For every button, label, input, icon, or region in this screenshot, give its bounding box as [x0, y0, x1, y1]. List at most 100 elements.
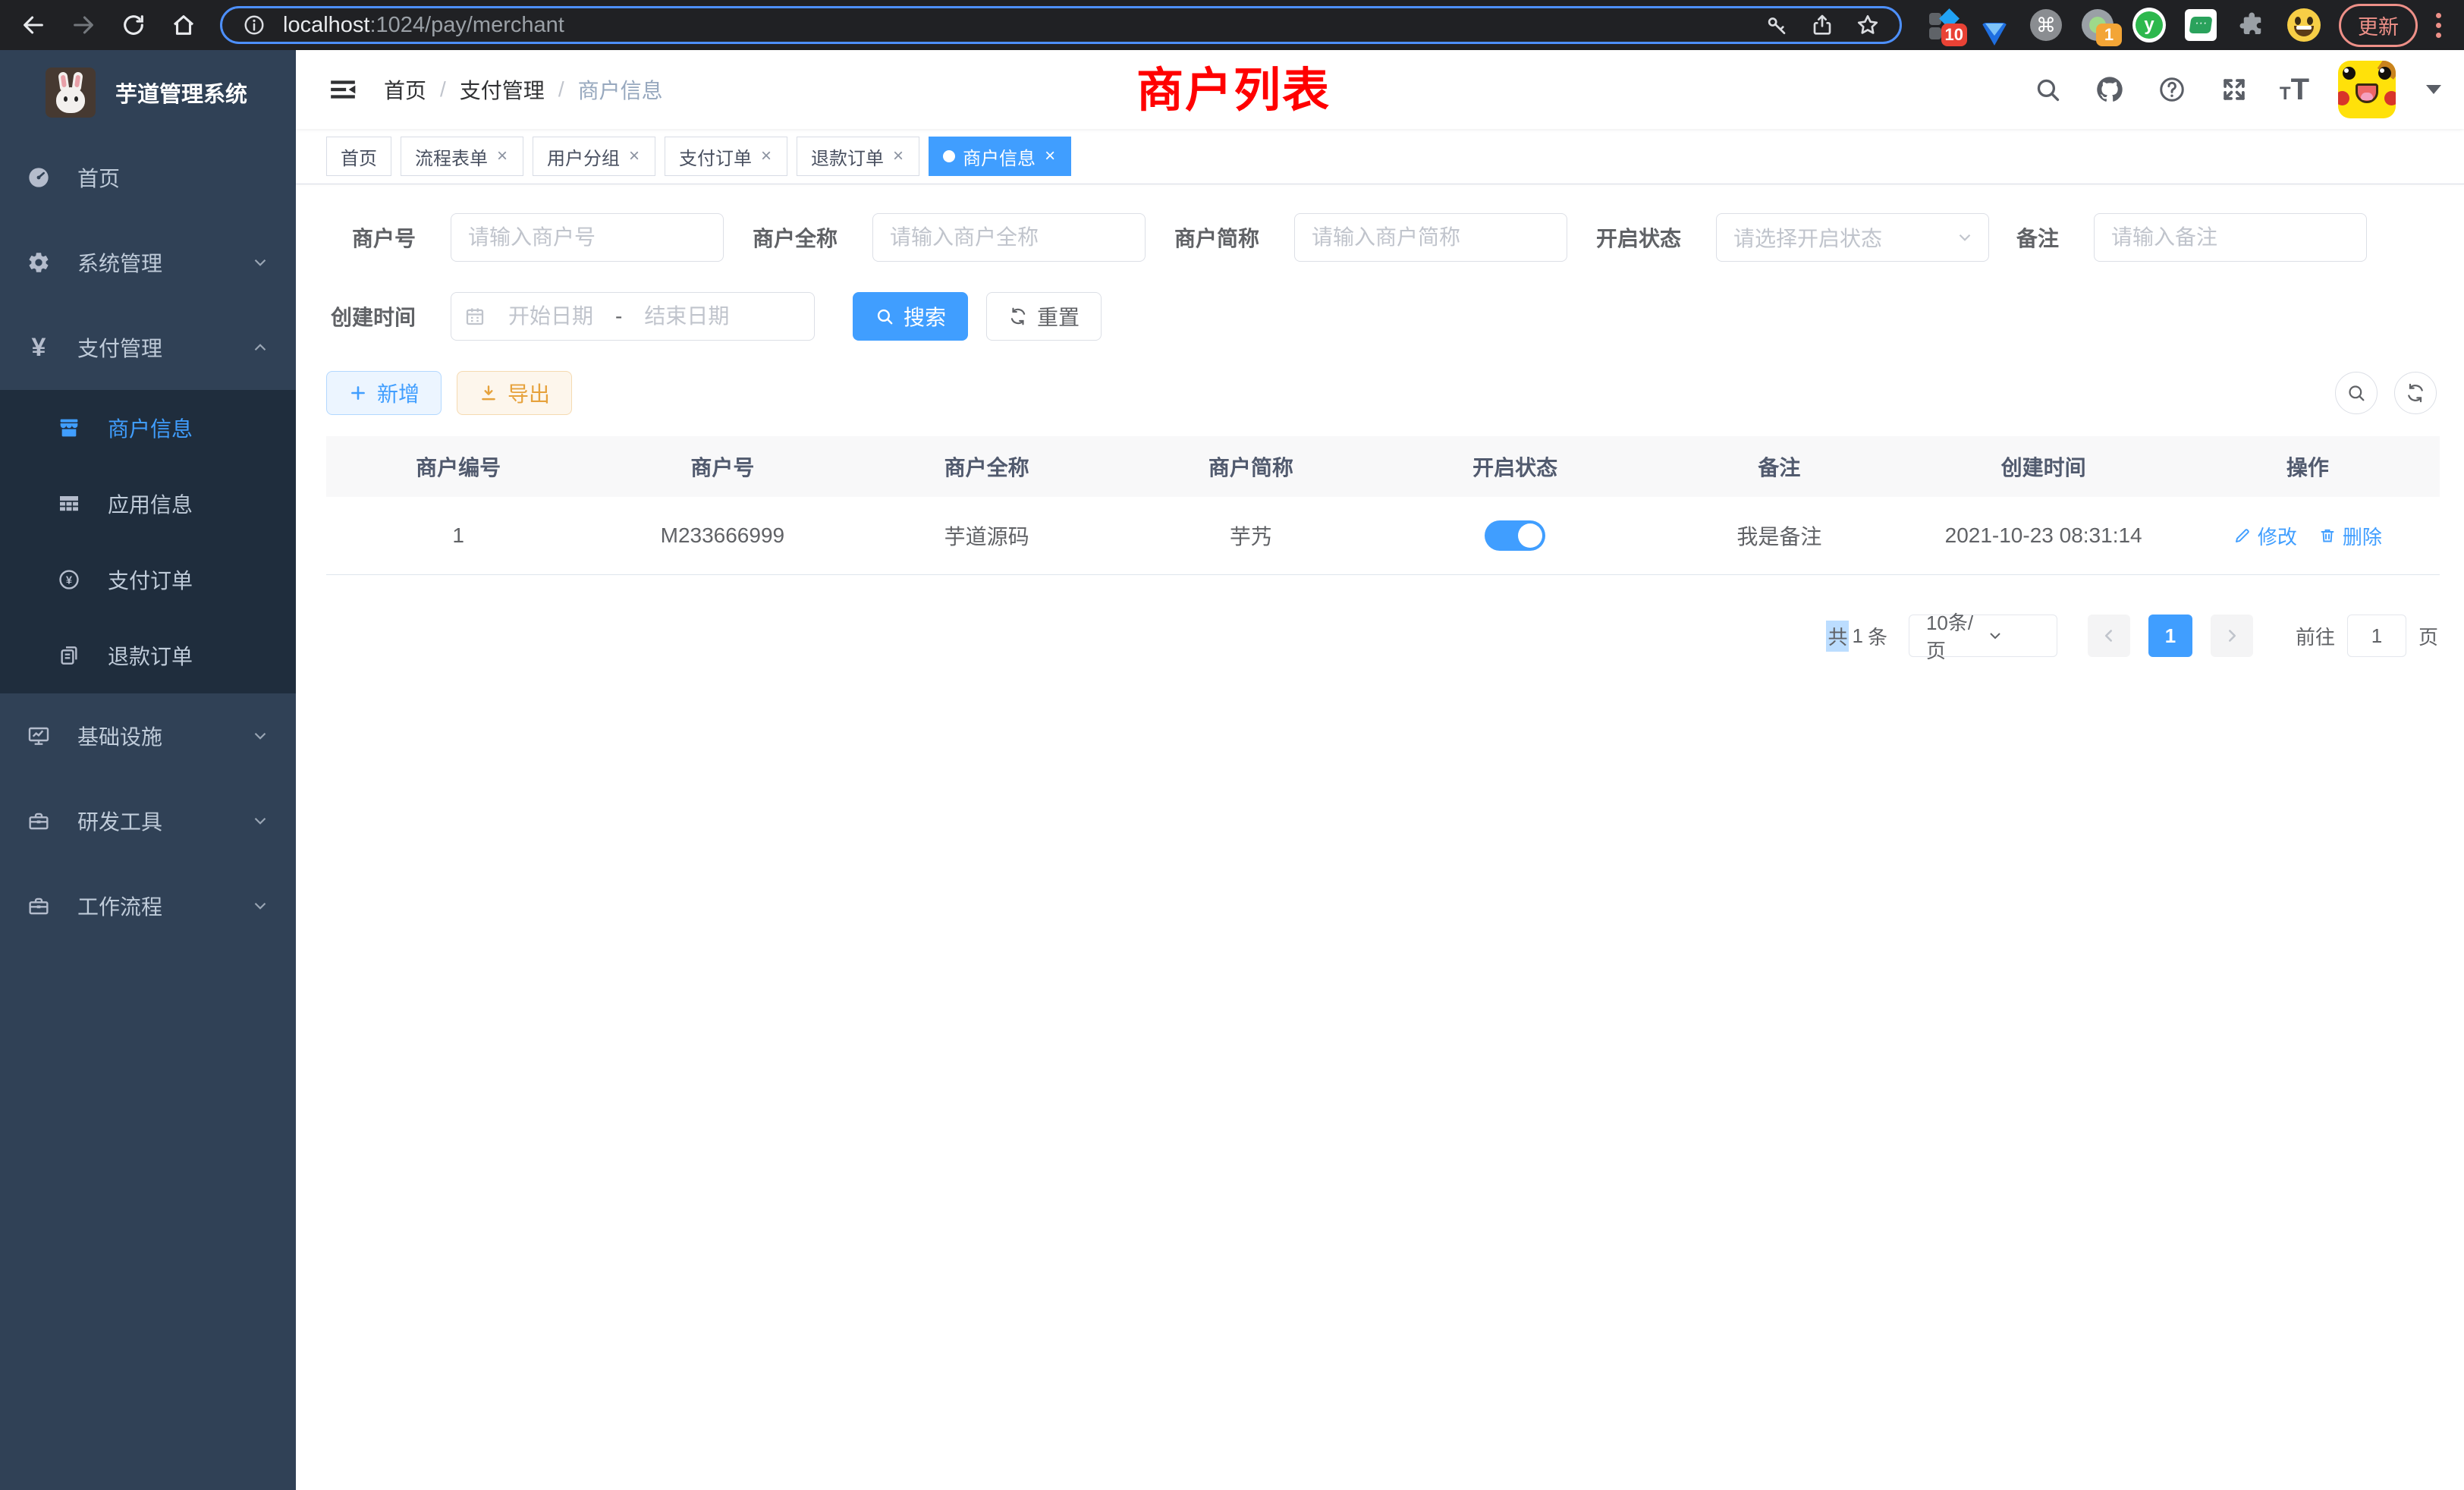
extension-badge: 10: [1941, 24, 1967, 46]
page-size-select[interactable]: 10条/页: [1909, 615, 2057, 657]
tab-process-form[interactable]: 流程表单 ×: [401, 137, 523, 176]
status-toggle[interactable]: [1485, 520, 1545, 551]
tab-user-group[interactable]: 用户分组×: [533, 137, 655, 176]
goto-label: 前往: [2296, 622, 2335, 650]
add-button[interactable]: 新增: [326, 371, 442, 415]
url-text: localhost:1024/pay/merchant: [283, 13, 564, 38]
extensions-puzzle-icon[interactable]: [2236, 8, 2269, 42]
toolbox-icon: [26, 808, 52, 834]
extension-yudao-icon[interactable]: y: [2132, 8, 2166, 42]
sidebar-item-system[interactable]: 系统管理: [0, 220, 296, 305]
chevron-down-icon: [250, 811, 270, 831]
end-date-input[interactable]: [630, 303, 743, 329]
site-info-icon[interactable]: [237, 8, 271, 42]
sidebar-item-home[interactable]: 首页: [0, 135, 296, 220]
delete-link[interactable]: 删除: [2318, 522, 2382, 550]
breadcrumb-home[interactable]: 首页: [384, 74, 426, 105]
yen-circle-icon: ¥: [56, 567, 82, 593]
browser-menu-icon[interactable]: [2427, 13, 2450, 38]
avatar-caret-icon[interactable]: [2426, 85, 2441, 94]
filter-remark: 备注: [2013, 213, 2367, 262]
yen-icon: ¥: [26, 335, 52, 360]
browser-update-button[interactable]: 更新: [2339, 4, 2418, 47]
sidebar-item-workflow[interactable]: 工作流程: [0, 863, 296, 948]
search-button-label: 搜索: [904, 301, 946, 332]
close-icon[interactable]: ×: [495, 146, 509, 167]
fullscreen-icon[interactable]: [2217, 73, 2251, 106]
address-bar[interactable]: localhost:1024/pay/merchant: [220, 6, 1902, 44]
export-button[interactable]: 导出: [457, 371, 572, 415]
edit-link[interactable]: 修改: [2233, 522, 2297, 550]
extension-badge: 1: [2096, 24, 2122, 46]
tab-refund-order[interactable]: 退款订单×: [797, 137, 919, 176]
refresh-table-button[interactable]: [2394, 372, 2437, 414]
remark-input[interactable]: [2094, 213, 2367, 262]
extension-chat-icon[interactable]: [2184, 8, 2217, 42]
trash-icon: [2318, 527, 2337, 545]
bookmark-star-icon[interactable]: [1851, 8, 1884, 42]
tab-label: 首页: [341, 143, 377, 170]
sidebar-item-label: 应用信息: [108, 489, 193, 519]
column-header: 商户简称: [1119, 451, 1383, 482]
forward-icon[interactable]: [64, 5, 103, 45]
status-select[interactable]: 请选择开启状态: [1716, 213, 1989, 262]
tab-label: 流程表单: [415, 143, 488, 170]
next-page-button[interactable]: [2211, 615, 2253, 657]
sidebar-item-label: 研发工具: [77, 806, 162, 836]
short-name-input[interactable]: [1294, 213, 1567, 262]
github-icon[interactable]: [2093, 73, 2126, 106]
merchant-no-input[interactable]: [451, 213, 724, 262]
font-size-icon[interactable]: TT: [2280, 74, 2309, 105]
prev-page-button[interactable]: [2088, 615, 2130, 657]
tab-label: 支付订单: [679, 143, 752, 170]
url-path: :1024/pay/merchant: [369, 13, 564, 37]
app-window: 芋道管理系统 首页 系统管理 ¥ 支付管理: [0, 50, 2464, 1490]
breadcrumb-payment[interactable]: 支付管理: [460, 74, 545, 105]
search-button[interactable]: 搜索: [853, 292, 968, 341]
start-date-input[interactable]: [494, 303, 608, 329]
extension-camera-icon[interactable]: 1: [2081, 8, 2114, 42]
close-icon[interactable]: ×: [627, 146, 641, 167]
reload-icon[interactable]: [114, 5, 153, 45]
sidebar-item-refund-order[interactable]: 退款订单: [0, 618, 296, 693]
help-icon[interactable]: [2155, 73, 2189, 106]
sidebar-item-label: 系统管理: [77, 247, 162, 278]
sidebar-toggle-icon[interactable]: [326, 73, 360, 106]
extension-command-icon[interactable]: ⌘: [2029, 8, 2063, 42]
sidebar-item-merchant-info[interactable]: 商户信息: [0, 390, 296, 466]
home-icon[interactable]: [164, 5, 203, 45]
sidebar-item-devtools[interactable]: 研发工具: [0, 778, 296, 863]
search-icon[interactable]: [2031, 73, 2064, 106]
sidebar-item-app-info[interactable]: 应用信息: [0, 466, 296, 542]
chevron-right-icon: [2222, 626, 2242, 646]
share-icon[interactable]: [1806, 8, 1839, 42]
tab-pay-order[interactable]: 支付订单 ×: [665, 137, 787, 176]
current-page-button[interactable]: 1: [2148, 615, 2192, 657]
goto-page-input[interactable]: [2347, 615, 2406, 657]
date-range-picker[interactable]: -: [451, 292, 815, 341]
cell-remark: 我是备注: [1647, 520, 1911, 551]
back-icon[interactable]: [14, 5, 53, 45]
sidebar-item-infrastructure[interactable]: 基础设施: [0, 693, 296, 778]
top-navbar: 首页 / 支付管理 / 商户信息 商户列表: [296, 50, 2464, 129]
close-icon[interactable]: ×: [891, 146, 905, 167]
tab-merchant-info[interactable]: 商户信息×: [929, 137, 1071, 176]
extension-tiles-icon[interactable]: 10: [1926, 8, 1960, 42]
extension-kite-icon[interactable]: [1978, 8, 2011, 42]
close-icon[interactable]: ×: [759, 146, 773, 167]
column-header: 创建时间: [1912, 451, 2176, 482]
main-area: 首页 / 支付管理 / 商户信息 商户列表: [296, 50, 2464, 1490]
download-icon: [479, 383, 498, 403]
breadcrumb-separator: /: [558, 77, 564, 102]
extension-emoji-icon[interactable]: [2287, 8, 2321, 42]
reset-button[interactable]: 重置: [986, 292, 1102, 341]
sidebar-item-payment[interactable]: ¥ 支付管理: [0, 305, 296, 390]
sidebar-item-pay-order[interactable]: ¥ 支付订单: [0, 542, 296, 618]
close-icon[interactable]: ×: [1043, 146, 1057, 167]
full-name-input[interactable]: [872, 213, 1146, 262]
toggle-search-button[interactable]: [2335, 372, 2378, 414]
tab-home[interactable]: 首页: [326, 137, 391, 176]
password-key-icon[interactable]: [1760, 8, 1793, 42]
avatar[interactable]: [2338, 61, 2396, 118]
sidebar-logo[interactable]: 芋道管理系统: [0, 50, 296, 135]
